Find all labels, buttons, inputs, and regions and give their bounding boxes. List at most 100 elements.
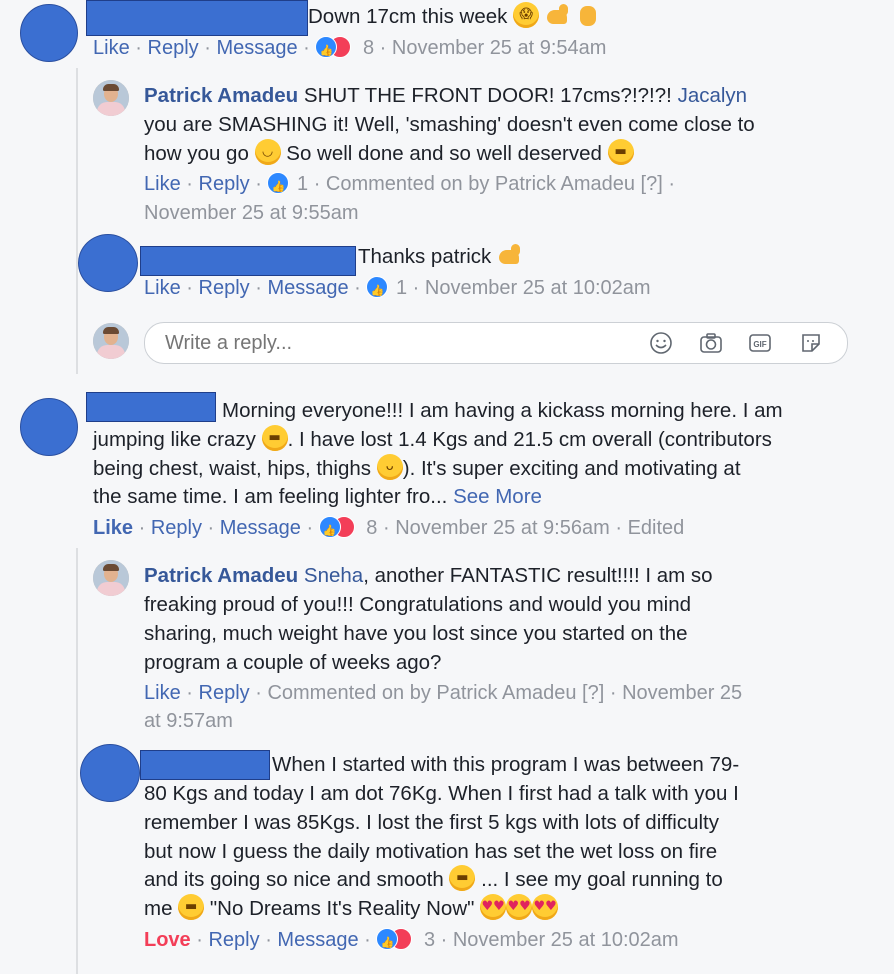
help-link[interactable]: [?]	[641, 173, 663, 195]
avatar[interactable]	[80, 744, 140, 802]
sticker-icon[interactable]	[799, 331, 823, 355]
reaction-count[interactable]: 8	[366, 517, 377, 539]
timestamp[interactable]: November 25 at 9:54am	[392, 37, 607, 59]
separator: ·	[609, 682, 617, 704]
comment-line: ... I see my goal running to	[481, 868, 723, 891]
reaction-count[interactable]: 1	[297, 173, 308, 195]
reply-link[interactable]: Reply	[151, 517, 202, 539]
reaction-count[interactable]: 1	[396, 277, 407, 299]
separator: ·	[313, 173, 321, 195]
redacted-name	[86, 0, 308, 36]
like-link[interactable]: Like	[144, 682, 181, 704]
timestamp[interactable]: November 25 at 9:56am	[395, 517, 610, 539]
like-link[interactable]: Like	[144, 277, 181, 299]
reactions-icon[interactable]	[315, 36, 355, 64]
svg-text:GIF: GIF	[753, 340, 766, 349]
reply-link[interactable]: Reply	[148, 37, 199, 59]
comment-line: the same time. I am feeling lighter fro.…	[93, 485, 448, 508]
like-link[interactable]: Like	[144, 173, 181, 195]
comment-actions: Like · Reply · 1 · Commented on by Patri…	[144, 171, 675, 200]
reply-link[interactable]: Reply	[208, 929, 259, 951]
comment-text: jumping like crazy ▬. I have lost 1.4 Kg…	[93, 425, 772, 454]
comment-line: SHUT THE FRONT DOOR! 17cms?!?!?!	[303, 84, 672, 107]
thread-line	[76, 68, 78, 374]
timestamp[interactable]: at 9:57am	[144, 708, 233, 734]
timestamp[interactable]: November 25	[622, 682, 742, 704]
avatar[interactable]	[20, 398, 78, 456]
avatar[interactable]	[93, 560, 129, 596]
comment-body: Thanks patrick	[358, 245, 492, 268]
message-link[interactable]: Message	[267, 277, 348, 299]
redacted-name	[140, 246, 356, 276]
reaction-count[interactable]: 3	[424, 929, 435, 951]
comment-line: sharing, much weight have you lost since…	[144, 622, 688, 645]
comment-line: So well done and so well deserved	[286, 142, 602, 165]
separator: ·	[354, 277, 361, 299]
author-name[interactable]: Patrick Amadeu	[144, 564, 298, 587]
separator: ·	[186, 277, 193, 299]
message-link[interactable]: Message	[216, 37, 297, 59]
timestamp[interactable]: November 25 at 10:02am	[425, 277, 651, 299]
scream-emoji-icon: 😱	[513, 2, 540, 28]
comment-line: freaking proud of you!!! Congratulations…	[144, 593, 692, 616]
reply-link[interactable]: Reply	[199, 277, 250, 299]
separator: ·	[186, 682, 193, 704]
author-name[interactable]: Patrick Amadeu	[144, 84, 298, 107]
comment-line: being chest, waist, hips, thighs	[93, 457, 372, 480]
message-link[interactable]: Message	[277, 929, 358, 951]
edited-label[interactable]: Edited	[628, 517, 685, 539]
comment-line: , another FANTASTIC result!!!! I am so	[363, 564, 713, 587]
comment-line: jumping like crazy	[93, 428, 256, 451]
comment-line: remember I was 85Kgs. I lost the first 5…	[144, 811, 719, 834]
thread-line	[76, 548, 78, 974]
commented-on: Commented on by Patrick Amadeu	[267, 682, 577, 704]
mention-link[interactable]: Jacalyn	[678, 84, 748, 107]
comment-line: program a couple of weeks ago?	[144, 651, 442, 674]
reply-input[interactable]	[163, 331, 607, 356]
like-reaction-icon[interactable]	[366, 276, 389, 304]
reactions-icon[interactable]	[318, 516, 359, 544]
timestamp[interactable]: November 25 at 10:02am	[453, 929, 679, 951]
grin-sweat-emoji-icon: ▬	[261, 425, 288, 451]
timestamp[interactable]: November 25 at 9:55am	[144, 200, 359, 226]
like-link[interactable]: Like	[93, 517, 133, 539]
help-link[interactable]: [?]	[582, 682, 604, 704]
love-link[interactable]: Love	[144, 929, 191, 951]
comment-text: Down 17cm this week 😱	[308, 2, 599, 31]
separator: ·	[207, 517, 215, 539]
reply-link[interactable]: Reply	[199, 682, 250, 704]
comment-actions: Like · Reply · Message · 1 · November 25…	[144, 275, 651, 304]
comment-line: you are SMASHING it! Well, 'smashing' do…	[144, 113, 755, 136]
mention-link[interactable]: Sneha	[304, 564, 363, 587]
avatar[interactable]	[93, 80, 129, 116]
camera-icon[interactable]	[699, 331, 723, 355]
emoji-picker-icon[interactable]	[649, 331, 673, 355]
separator: ·	[196, 929, 203, 951]
reactions-icon[interactable]	[376, 928, 416, 956]
reaction-count[interactable]: 8	[363, 37, 374, 59]
comment-actions: Love · Reply · Message · 3 · November 25…	[144, 927, 679, 956]
message-link[interactable]: Message	[220, 517, 301, 539]
separator: ·	[265, 929, 272, 951]
reply-box[interactable]: GIF	[144, 322, 848, 364]
comment-line: ). It's super exciting and motivating at	[402, 457, 741, 480]
comment-text: Patrick Amadeu SHUT THE FRONT DOOR! 17cm…	[144, 81, 747, 110]
raised-hand-icon	[577, 2, 599, 28]
see-more-link[interactable]: See More	[453, 485, 542, 508]
separator: ·	[255, 173, 262, 195]
comment-actions: Like · Reply · Message · 8 · November 25…	[93, 515, 685, 544]
gif-icon[interactable]: GIF	[748, 331, 772, 355]
like-reaction-icon[interactable]	[267, 172, 290, 200]
reply-link[interactable]: Reply	[199, 173, 250, 195]
separator: ·	[364, 929, 371, 951]
avatar	[93, 323, 129, 359]
avatar[interactable]	[78, 234, 138, 292]
comment-line: and its going so nice and smooth	[144, 868, 444, 891]
tongue-emoji-icon: ᴗ	[376, 454, 403, 480]
avatar[interactable]	[20, 4, 78, 62]
like-link[interactable]: Like	[93, 37, 130, 59]
comment-text: the same time. I am feeling lighter fro.…	[93, 482, 542, 511]
comment-line: . I have lost 1.4 Kgs and 21.5 cm overal…	[287, 428, 772, 451]
separator: ·	[138, 517, 146, 539]
separator: ·	[379, 37, 387, 59]
